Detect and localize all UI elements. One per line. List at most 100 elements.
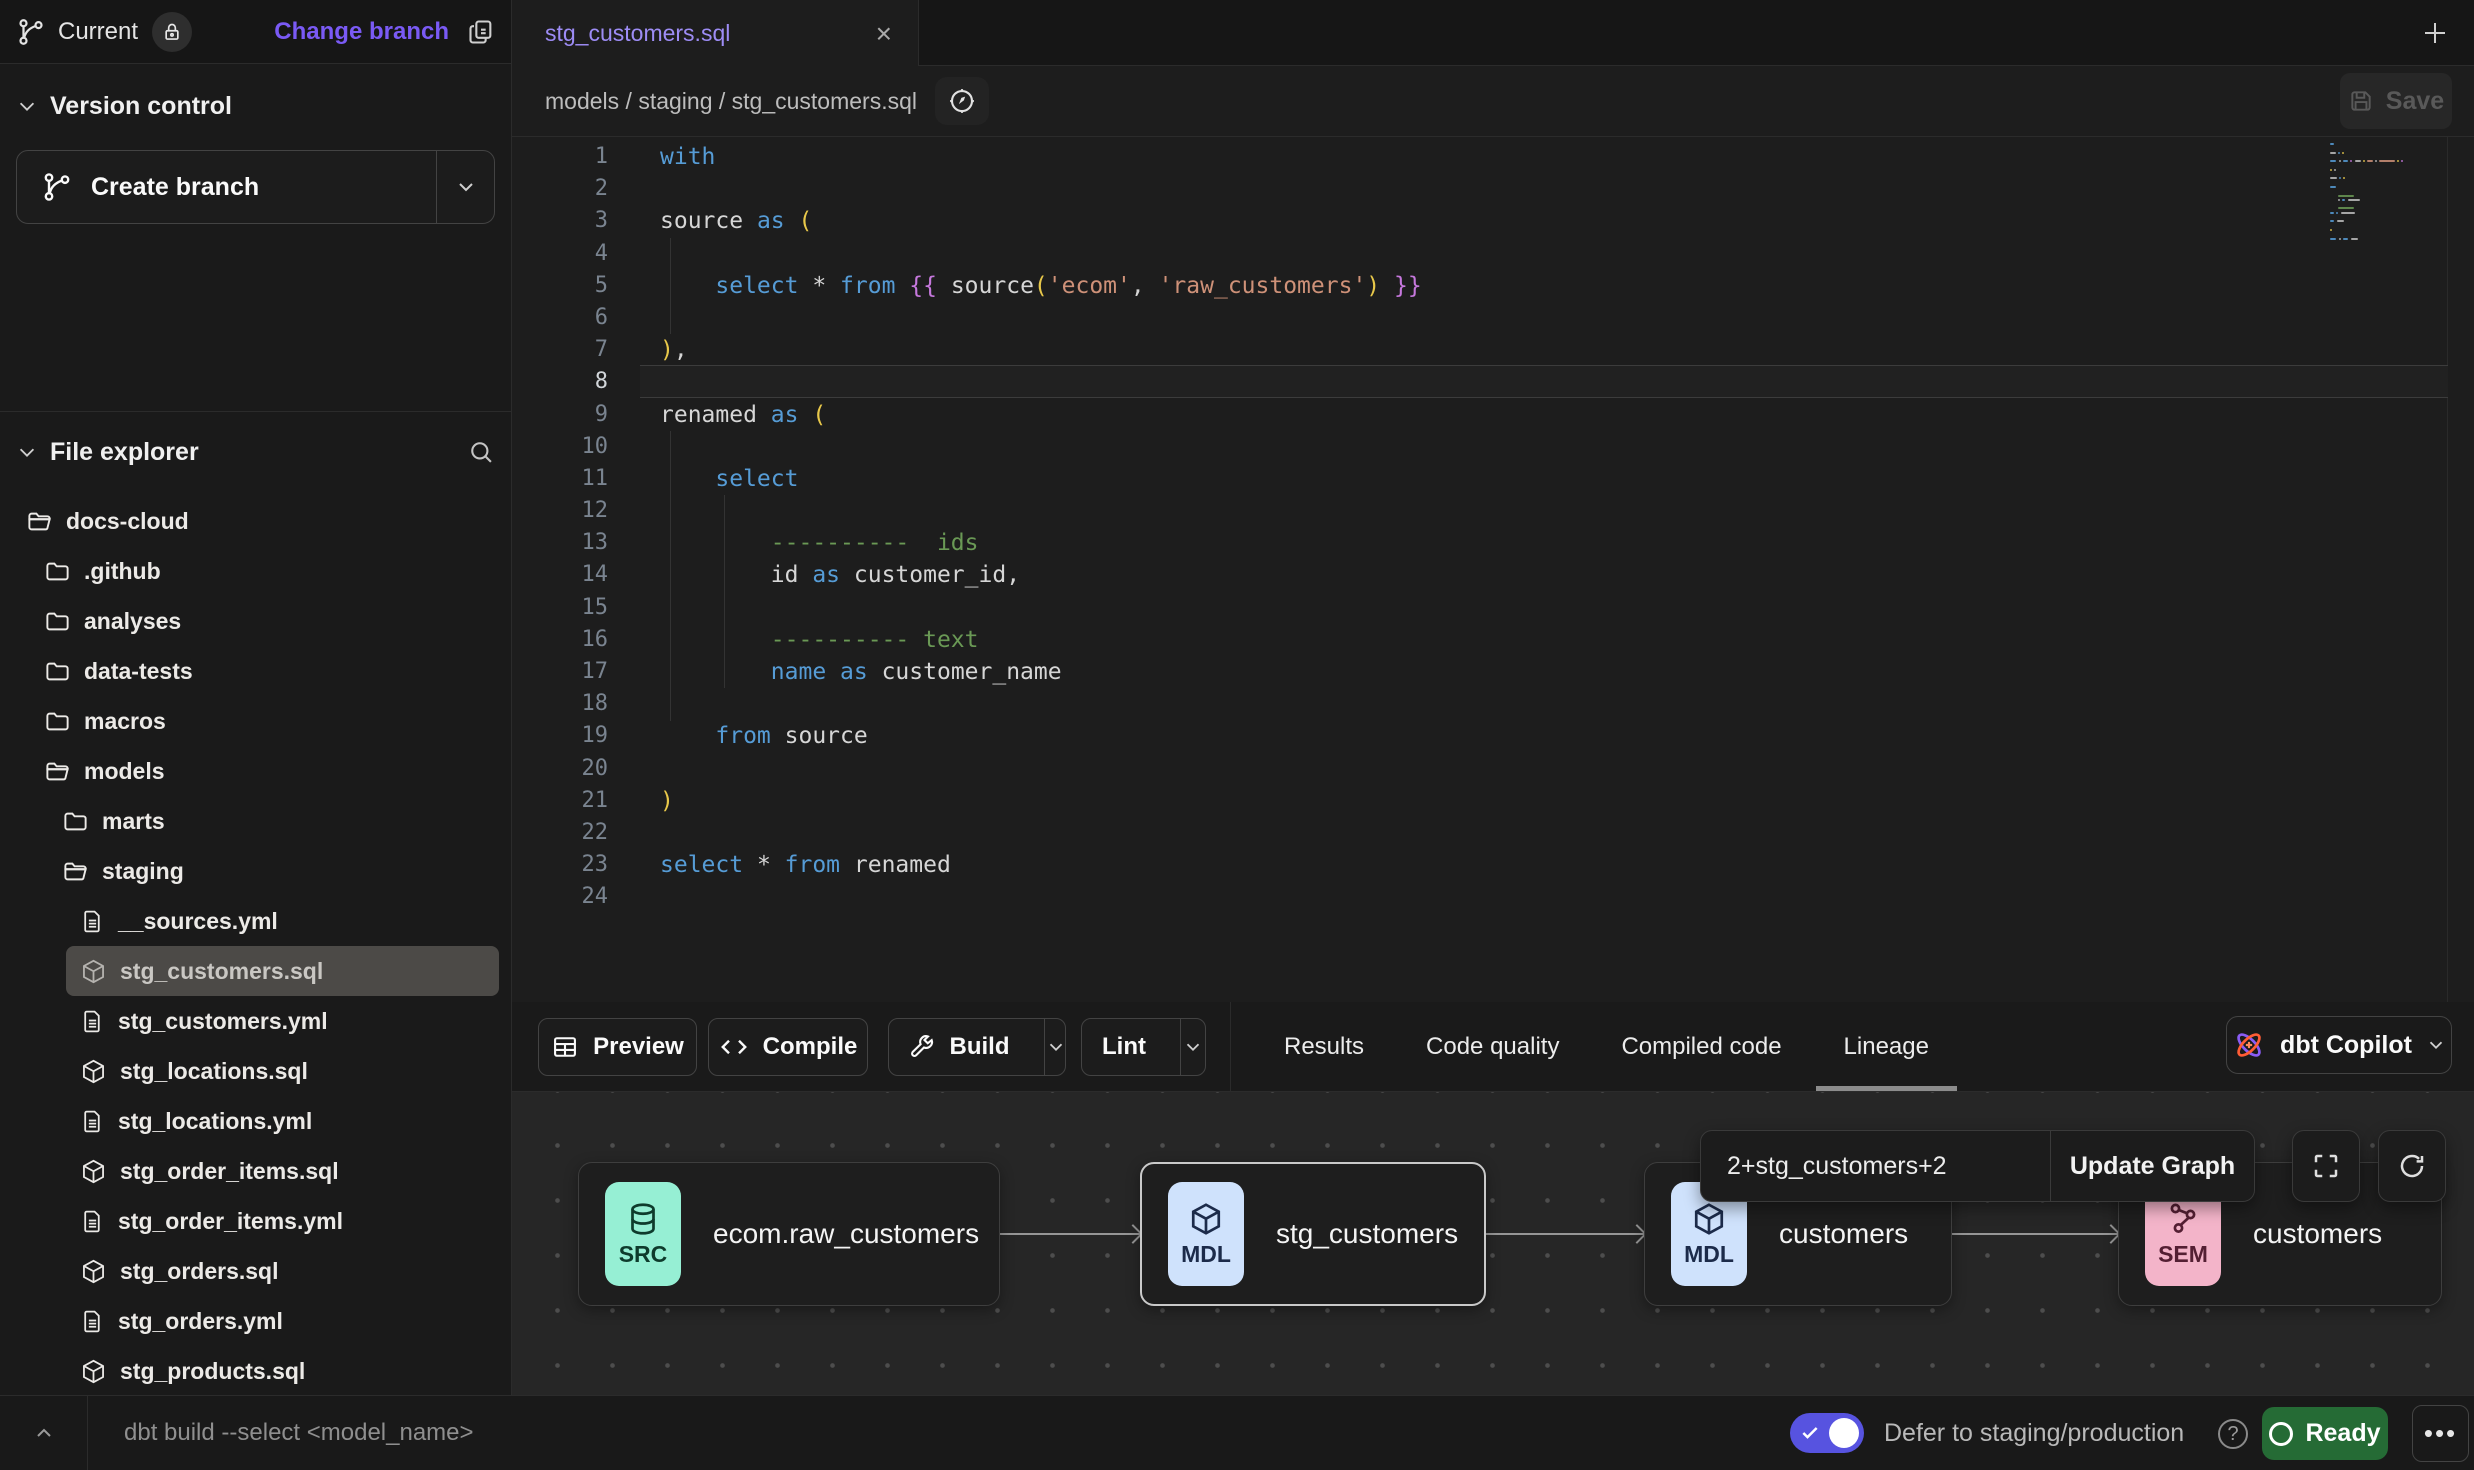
file-explorer-header[interactable]: File explorer [0, 418, 511, 486]
code-line[interactable]: 22 [512, 817, 2447, 849]
status-badge[interactable]: Ready [2262, 1407, 2388, 1460]
file-row-stg-orders-sql[interactable]: stg_orders.sql [66, 1246, 499, 1296]
code-line[interactable]: 9renamed as ( [512, 399, 2447, 431]
panel-tab-compiled-code[interactable]: Compiled code [1621, 1002, 1781, 1091]
close-icon[interactable]: × [876, 20, 892, 48]
code-line[interactable]: 14 id as customer_id, [512, 559, 2447, 591]
line-number: 13 [512, 527, 608, 559]
code-line[interactable]: 15 [512, 592, 2447, 624]
file-row-models[interactable]: models [30, 746, 499, 796]
code-line[interactable]: 12 [512, 495, 2447, 527]
badge-label: SEM [2158, 1241, 2208, 1268]
fullscreen-icon [2311, 1151, 2341, 1181]
code-line[interactable]: 10 [512, 431, 2447, 463]
file-row-stg-customers-sql[interactable]: stg_customers.sql [66, 946, 499, 996]
file-row-stg-order-items-sql[interactable]: stg_order_items.sql [66, 1146, 499, 1196]
file-label: docs-cloud [66, 508, 189, 535]
code-line[interactable]: 21) [512, 785, 2447, 817]
minimap[interactable] [2330, 143, 2446, 246]
file-row-stg-products-sql[interactable]: stg_products.sql [66, 1346, 499, 1396]
command-input[interactable]: dbt build --select <model_name> [124, 1396, 474, 1470]
file-row-analyses[interactable]: analyses [30, 596, 499, 646]
panel-tab-code-quality[interactable]: Code quality [1426, 1002, 1559, 1091]
code-lines[interactable]: 1with23source as (45 select * from {{ so… [512, 141, 2447, 914]
folder-icon [44, 708, 71, 735]
file-row-docs-cloud[interactable]: docs-cloud [12, 496, 499, 546]
change-branch-link[interactable]: Change branch [274, 18, 449, 46]
code-text [608, 495, 660, 527]
file-icon [80, 1009, 105, 1034]
line-number: 7 [512, 334, 608, 366]
lineage-selector-input[interactable]: 2+stg_customers+2 [1701, 1131, 2050, 1201]
new-tab-button[interactable] [2414, 12, 2456, 54]
file-row-stg-locations-yml[interactable]: stg_locations.yml [66, 1096, 499, 1146]
file-row-stg-customers-yml[interactable]: stg_customers.yml [66, 996, 499, 1046]
defer-toggle[interactable] [1790, 1413, 1864, 1453]
save-button[interactable]: Save [2340, 73, 2452, 129]
code-line[interactable]: 18 [512, 688, 2447, 720]
file-row--sources-yml[interactable]: __sources.yml [66, 896, 499, 946]
code-line[interactable]: 19 from source [512, 720, 2447, 752]
create-branch-main[interactable]: Create branch [17, 151, 436, 223]
code-editor[interactable]: 1with23source as (45 select * from {{ so… [512, 137, 2474, 1002]
lineage-node-ecom-raw-customers[interactable]: SRCecom.raw_customers [578, 1162, 1000, 1306]
panel-tab-lineage[interactable]: Lineage [1844, 1002, 1929, 1091]
create-branch-caret[interactable] [436, 151, 494, 223]
refresh-button[interactable] [2378, 1130, 2446, 1202]
fullscreen-button[interactable] [2292, 1130, 2360, 1202]
code-line[interactable]: 1with [512, 141, 2447, 173]
file-row-stg-locations-sql[interactable]: stg_locations.sql [66, 1046, 499, 1096]
code-line[interactable]: 4 [512, 238, 2447, 270]
panel-tab-results[interactable]: Results [1284, 1002, 1364, 1091]
preview-button[interactable]: Preview [538, 1018, 697, 1076]
code-line[interactable]: 3source as ( [512, 205, 2447, 237]
build-button-main[interactable]: Build [888, 1019, 1030, 1075]
create-branch-button[interactable]: Create branch [16, 150, 495, 224]
code-line[interactable]: 13 ---------- ids [512, 527, 2447, 559]
search-icon[interactable] [467, 438, 495, 466]
code-line[interactable]: 23select * from renamed [512, 849, 2447, 881]
lineage-panel[interactable]: SRCecom.raw_customersMDLstg_customersMDL… [512, 1092, 2474, 1395]
lint-button-main[interactable]: Lint [1082, 1019, 1166, 1075]
code-line[interactable]: 20 [512, 753, 2447, 785]
chevron-down-icon [2425, 1034, 2447, 1056]
code-line[interactable]: 8 [512, 366, 2447, 398]
file-row--github[interactable]: .github [30, 546, 499, 596]
line-number: 19 [512, 720, 608, 752]
file-row-data-tests[interactable]: data-tests [30, 646, 499, 696]
collapse-command-bar-button[interactable] [0, 1396, 88, 1470]
file-row-marts[interactable]: marts [48, 796, 499, 846]
cube-icon [1691, 1201, 1727, 1237]
help-icon[interactable]: ? [2218, 1419, 2248, 1449]
lineage-node-stg-customers[interactable]: MDLstg_customers [1140, 1162, 1486, 1306]
explore-button[interactable] [935, 77, 989, 125]
file-row-macros[interactable]: macros [30, 696, 499, 746]
code-line[interactable]: 7), [512, 334, 2447, 366]
compile-button[interactable]: Compile [708, 1018, 868, 1076]
code-line[interactable]: 5 select * from {{ source('ecom', 'raw_c… [512, 270, 2447, 302]
code-line[interactable]: 2 [512, 173, 2447, 205]
code-line[interactable]: 16 ---------- text [512, 624, 2447, 656]
code-line[interactable]: 11 select [512, 463, 2447, 495]
file-row-stg-order-items-yml[interactable]: stg_order_items.yml [66, 1196, 499, 1246]
copy-icon[interactable] [467, 18, 495, 46]
build-button[interactable]: Build [888, 1018, 1066, 1076]
code-line[interactable]: 6 [512, 302, 2447, 334]
lint-caret[interactable] [1180, 1019, 1205, 1075]
update-graph-button[interactable]: Update Graph [2050, 1131, 2254, 1201]
more-options-button[interactable]: ••• [2412, 1405, 2469, 1462]
line-number: 16 [512, 624, 608, 656]
dbt-copilot-button[interactable]: dbt Copilot [2226, 1016, 2452, 1074]
code-line[interactable]: 17 name as customer_name [512, 656, 2447, 688]
build-caret[interactable] [1044, 1019, 1067, 1075]
model-icon [80, 1258, 107, 1285]
file-row-stg-orders-yml[interactable]: stg_orders.yml [66, 1296, 499, 1346]
editor-tab[interactable]: stg_customers.sql × [512, 0, 919, 67]
code-line[interactable]: 24 [512, 881, 2447, 913]
lint-button[interactable]: Lint [1081, 1018, 1206, 1076]
line-number: 20 [512, 753, 608, 785]
file-label: staging [102, 858, 184, 885]
file-row-staging[interactable]: staging [48, 846, 499, 896]
semantic-icon [2165, 1201, 2201, 1237]
version-control-header[interactable]: Version control [16, 86, 495, 126]
